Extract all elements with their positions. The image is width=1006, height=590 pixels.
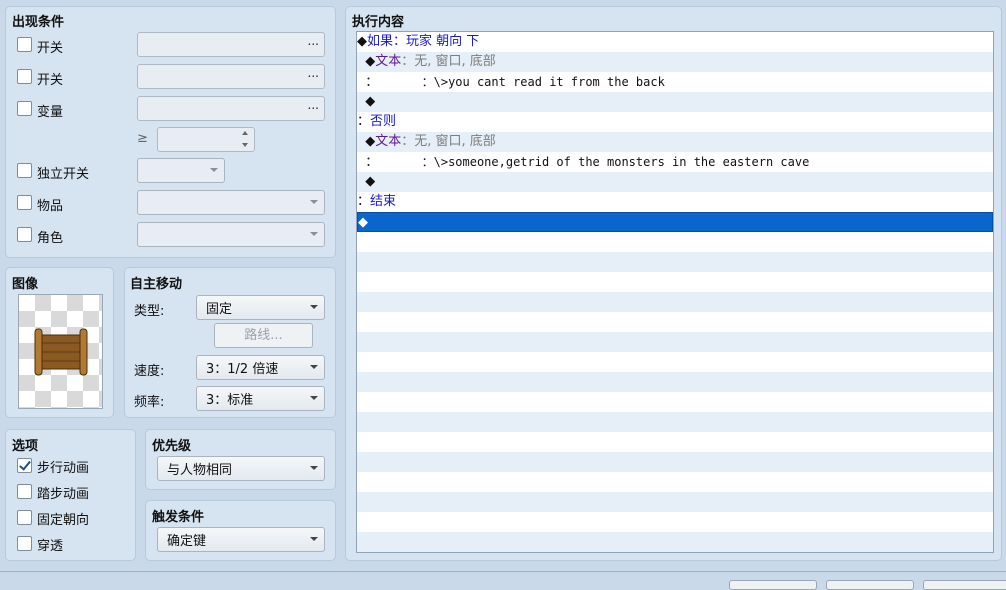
command-line[interactable]: ： ：\>you cant read it from the back — [357, 72, 993, 92]
stepping-anim-label: 踏步动画 — [37, 487, 90, 502]
actor-checkbox[interactable] — [17, 227, 32, 242]
chevron-down-icon — [210, 168, 218, 172]
chevron-down-icon — [310, 396, 318, 400]
item-label: 物品 — [37, 199, 64, 214]
empty-row — [357, 452, 993, 472]
chevron-down-icon — [310, 537, 318, 541]
self-switch-dropdown[interactable] — [137, 158, 225, 183]
ok-button[interactable] — [729, 580, 817, 590]
event-image[interactable] — [18, 294, 103, 409]
command-line[interactable]: ： ：\>someone,getrid of the monsters in t… — [357, 152, 993, 172]
empty-row — [357, 292, 993, 312]
empty-row — [357, 352, 993, 372]
priority-dropdown[interactable]: 与人物相同 — [157, 456, 325, 481]
priority-title: 优先级 — [152, 439, 192, 454]
command-line[interactable]: ◆ — [357, 92, 993, 112]
frequency-dropdown[interactable]: 3：标准 — [196, 386, 325, 411]
spin-up-icon[interactable] — [242, 131, 248, 135]
empty-row — [357, 472, 993, 492]
item-checkbox[interactable] — [17, 195, 32, 210]
type-label: 类型: — [134, 304, 165, 319]
autonomous-title: 自主移动 — [130, 277, 183, 292]
command-line[interactable]: ◆文本：无, 窗口, 底部 — [357, 52, 993, 72]
item-dropdown[interactable] — [137, 190, 325, 215]
variable-value-spinner[interactable] — [157, 127, 255, 152]
conditions-title: 出现条件 — [12, 15, 65, 30]
empty-row — [357, 532, 993, 552]
event-command-list[interactable]: ◆如果：玩家 朝向 下 ◆文本：无, 窗口, 底部 ： ：\>you cant … — [356, 31, 994, 553]
empty-row — [357, 332, 993, 352]
wooden-sign-icon — [34, 328, 88, 376]
trigger-value: 确定键 — [167, 534, 207, 549]
trigger-title: 触发条件 — [152, 510, 205, 525]
empty-row — [357, 232, 993, 252]
command-line[interactable]: ：否则 — [357, 112, 993, 132]
apply-button[interactable] — [923, 580, 1006, 590]
direction-fix-checkbox[interactable] — [17, 510, 32, 525]
variable-checkbox[interactable] — [17, 101, 32, 116]
switch2-label: 开关 — [37, 73, 64, 88]
command-line-selected[interactable]: ◆ — [357, 212, 993, 232]
variable-field[interactable]: ... — [137, 96, 325, 121]
speed-label: 速度: — [134, 364, 165, 379]
image-title: 图像 — [12, 277, 39, 292]
spin-down-icon[interactable] — [242, 143, 248, 147]
direction-fix-label: 固定朝向 — [37, 513, 90, 528]
self-switch-label: 独立开关 — [37, 167, 90, 182]
contents-title: 执行内容 — [352, 15, 405, 30]
switch1-ellipsis[interactable]: ... — [308, 34, 319, 48]
chevron-down-icon — [310, 305, 318, 309]
switch1-label: 开关 — [37, 41, 64, 56]
empty-row — [357, 432, 993, 452]
command-line[interactable]: ◆文本：无, 窗口, 底部 — [357, 132, 993, 152]
switch2-checkbox[interactable] — [17, 69, 32, 84]
variable-label: 变量 — [37, 105, 64, 120]
command-line[interactable]: ：结束 — [357, 192, 993, 212]
route-button[interactable]: 路线... — [214, 323, 313, 348]
speed-value: 3：1/2 倍速 — [206, 362, 279, 377]
empty-row — [357, 492, 993, 512]
switch1-field[interactable]: ... — [137, 32, 325, 57]
speed-dropdown[interactable]: 3：1/2 倍速 — [196, 355, 325, 380]
empty-row — [357, 412, 993, 432]
empty-row — [357, 312, 993, 332]
empty-row — [357, 392, 993, 412]
command-line[interactable]: ◆如果：玩家 朝向 下 — [357, 32, 993, 52]
through-checkbox[interactable] — [17, 536, 32, 551]
stepping-anim-checkbox[interactable] — [17, 484, 32, 499]
walking-anim-label: 步行动画 — [37, 461, 90, 476]
variable-operator: ≥ — [137, 131, 148, 146]
frequency-value: 3：标准 — [206, 393, 254, 408]
walking-anim-checkbox[interactable] — [17, 458, 32, 473]
chevron-down-icon — [310, 466, 318, 470]
priority-value: 与人物相同 — [167, 463, 233, 478]
trigger-dropdown[interactable]: 确定键 — [157, 527, 325, 552]
command-line[interactable]: ◆ — [357, 172, 993, 192]
chevron-down-icon — [310, 200, 318, 204]
switch2-field[interactable]: ... — [137, 64, 325, 89]
chevron-down-icon — [310, 365, 318, 369]
type-dropdown[interactable]: 固定 — [196, 295, 325, 320]
type-value: 固定 — [206, 302, 233, 317]
actor-label: 角色 — [37, 231, 64, 246]
options-title: 选项 — [12, 439, 39, 454]
frequency-label: 频率: — [134, 395, 165, 410]
switch1-checkbox[interactable] — [17, 37, 32, 52]
chevron-down-icon — [310, 232, 318, 236]
cancel-button[interactable] — [826, 580, 914, 590]
empty-row — [357, 252, 993, 272]
empty-row — [357, 512, 993, 532]
actor-dropdown[interactable] — [137, 222, 325, 247]
switch2-ellipsis[interactable]: ... — [308, 66, 319, 80]
empty-row — [357, 372, 993, 392]
variable-ellipsis[interactable]: ... — [308, 98, 319, 112]
through-label: 穿透 — [37, 539, 64, 554]
empty-row — [357, 272, 993, 292]
self-switch-checkbox[interactable] — [17, 163, 32, 178]
